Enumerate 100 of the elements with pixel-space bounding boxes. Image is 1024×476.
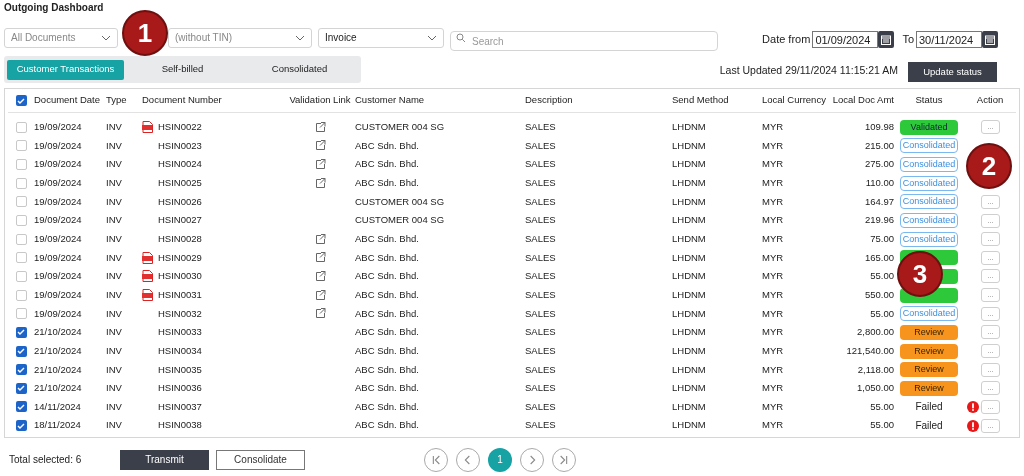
table-cell: LHDNM: [672, 362, 706, 377]
first-page-button[interactable]: [424, 447, 448, 472]
checkbox[interactable]: [15, 289, 27, 301]
table-cell: LHDNM: [672, 232, 706, 247]
table-cell: INV: [106, 120, 122, 135]
checkbox[interactable]: [15, 270, 27, 282]
table-cell: 2,800.00: [857, 325, 894, 340]
table-cell: ABC Sdn. Bhd.: [355, 362, 419, 377]
dropdown[interactable]: (without TIN): [168, 27, 312, 48]
checkbox[interactable]: [15, 233, 27, 245]
calendar-button[interactable]: [982, 31, 998, 48]
external-link-icon[interactable]: [314, 308, 326, 320]
checkbox[interactable]: [15, 382, 27, 394]
dropdown[interactable]: Invoice: [318, 27, 444, 48]
calendar-button[interactable]: [878, 31, 895, 48]
checkbox[interactable]: [15, 252, 27, 264]
table-cell: ABC Sdn. Bhd.: [355, 325, 419, 340]
column-header: Local Currency: [762, 93, 826, 108]
status-badge: Consolidated: [900, 194, 958, 210]
table-cell-text: MYR: [762, 343, 784, 358]
checkbox[interactable]: [15, 159, 27, 171]
column-header: Document Number: [142, 93, 222, 108]
table-cell: INV: [106, 194, 122, 209]
search-field[interactable]: Search: [450, 31, 718, 51]
status-badge: Consolidated: [900, 138, 958, 154]
checkbox[interactable]: [15, 326, 27, 338]
table-cell: MYR: [762, 232, 784, 247]
table-cell-text: SALES: [525, 343, 556, 358]
table-cell: HSIN0028: [158, 232, 202, 247]
table-cell: 19/09/2024: [34, 213, 82, 228]
tab[interactable]: Customer Transactions: [7, 59, 124, 80]
external-link-icon[interactable]: [314, 252, 326, 264]
status-badge: Review: [900, 380, 958, 396]
table-cell-text: 14/11/2024: [34, 399, 81, 414]
checkbox[interactable]: [15, 140, 27, 152]
table-cell: 164.97: [864, 194, 894, 209]
checkbox[interactable]: [15, 215, 27, 226]
column-header: Send Method: [672, 93, 729, 108]
table-cell: HSIN0024: [158, 157, 202, 172]
pdf-file-icon[interactable]: [142, 121, 153, 134]
table-cell: 21/10/2024: [34, 325, 82, 340]
checkbox[interactable]: [15, 420, 27, 432]
table-cell-text: SALES: [525, 138, 556, 153]
date-field[interactable]: 01/09/2024: [812, 31, 879, 48]
table-cell: MYR: [762, 120, 784, 135]
column-header: Type: [106, 93, 127, 108]
external-link-icon[interactable]: [314, 121, 326, 133]
table-cell-text: 21/10/2024: [34, 343, 82, 358]
transmit-button[interactable]: Transmit: [120, 449, 209, 470]
table-cell-text: 55.00: [870, 399, 894, 414]
status-text: Failed: [914, 419, 944, 434]
checkbox[interactable]: [15, 95, 27, 106]
external-link-icon[interactable]: [314, 177, 326, 189]
last-page-button[interactable]: [552, 447, 576, 472]
checkbox[interactable]: [15, 401, 27, 413]
table-cell: ABC Sdn. Bhd.: [355, 250, 419, 265]
table-cell: SALES: [525, 306, 556, 321]
column-header: Local Doc Amt: [832, 93, 894, 108]
table-cell: HSIN0036: [158, 381, 202, 396]
table-cell: MYR: [762, 176, 784, 191]
callout-marker: 2: [966, 143, 1012, 189]
checkbox[interactable]: [15, 121, 27, 133]
table-cell: ABC Sdn. Bhd.: [355, 232, 419, 247]
status-badge: Validated: [900, 119, 958, 135]
update-status-button[interactable]: Update status: [908, 62, 997, 82]
page-button[interactable]: 1: [488, 447, 512, 472]
table-cell: INV: [106, 418, 122, 433]
checkbox[interactable]: [15, 308, 27, 320]
table-cell-text: 19/09/2024: [34, 138, 82, 153]
pdf-file-icon[interactable]: [142, 289, 153, 302]
external-link-icon[interactable]: [314, 159, 326, 171]
table-cell: 19/09/2024: [34, 176, 82, 191]
external-link-icon[interactable]: [314, 270, 326, 282]
table-cell: ABC Sdn. Bhd.: [355, 157, 419, 172]
table-cell-text: LHDNM: [672, 287, 706, 302]
pdf-file-icon[interactable]: [142, 270, 153, 283]
checkbox[interactable]: [15, 364, 27, 376]
external-link-icon[interactable]: [314, 140, 326, 152]
checkbox[interactable]: [15, 177, 27, 189]
tab[interactable]: Self-billed: [124, 59, 241, 80]
table-cell-text: INV: [106, 138, 122, 153]
table-cell: MYR: [762, 381, 784, 396]
table-cell: SALES: [525, 232, 556, 247]
checkbox[interactable]: [15, 345, 27, 357]
table-cell: CUSTOMER 004 SG: [355, 120, 445, 135]
table-cell: 1,050.00: [857, 381, 894, 396]
table-cell-text: ABC Sdn. Bhd.: [355, 399, 419, 414]
dropdown[interactable]: All Documents: [4, 27, 118, 48]
external-link-icon[interactable]: [314, 233, 326, 245]
external-link-icon[interactable]: [314, 289, 326, 301]
pdf-file-icon[interactable]: [142, 251, 153, 264]
table-cell: 275.00: [864, 157, 894, 172]
table-cell: LHDNM: [672, 213, 706, 228]
table-cell-text: HSIN0034: [158, 343, 202, 358]
date-field[interactable]: 30/11/2024: [916, 31, 982, 48]
page-title: Outgoing Dashboard: [4, 1, 104, 15]
status-badge: Review: [900, 362, 958, 378]
tab[interactable]: Consolidated: [241, 59, 358, 80]
consolidate-button[interactable]: Consolidate: [216, 449, 305, 470]
checkbox[interactable]: [15, 196, 27, 208]
